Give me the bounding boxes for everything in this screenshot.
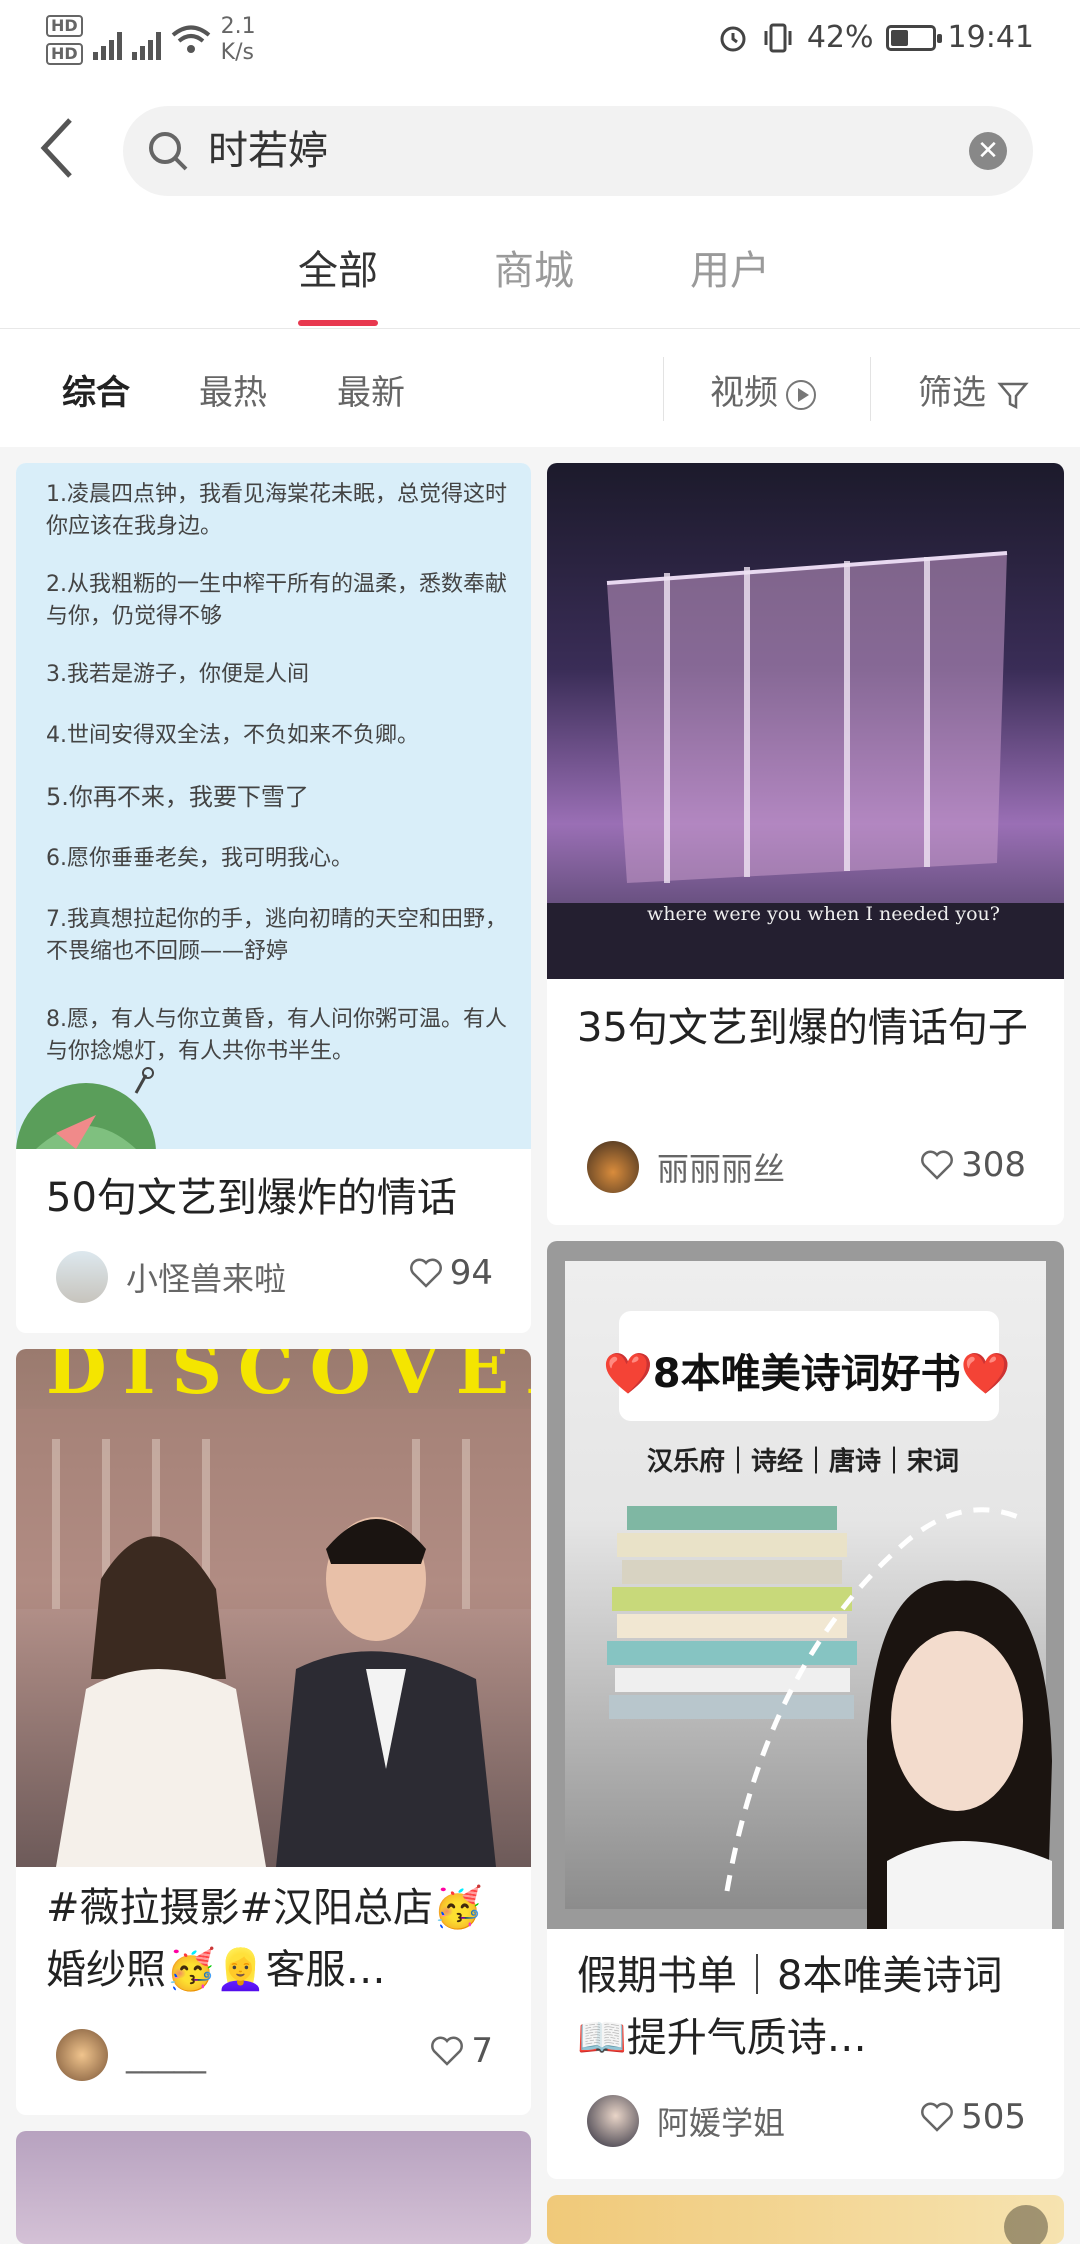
network-speed-value: 2.1 bbox=[220, 14, 256, 39]
quote-line: 7.我真想拉起你的手，逃向初晴的天空和田野，不畏缩也不回顾——舒婷 bbox=[46, 907, 507, 964]
like-button[interactable]: 308 bbox=[919, 1145, 1026, 1185]
search-query: 时若婷 bbox=[208, 128, 328, 174]
tab-all[interactable]: 全部 bbox=[298, 238, 378, 326]
author-name: 小怪兽来啦 bbox=[126, 1260, 287, 1298]
cover-caption: where were you when I needed you? bbox=[647, 903, 1000, 925]
quote-line: 2.从我粗粝的一生中榨干所有的温柔，悉数奉献与你，仍觉得不够 bbox=[46, 572, 507, 629]
note-card[interactable]: DISCOVER #薇拉摄影#汉阳总店🥳婚纱照🥳👱‍♀️客服… _____ 7 bbox=[16, 1349, 531, 2115]
clock: 19:41 bbox=[947, 20, 1034, 55]
result-tabs: 全部 商城 用户 bbox=[0, 214, 1080, 329]
note-title: 35句文艺到爆的情话句子 bbox=[577, 1005, 1028, 1051]
tab-users[interactable]: 用户 bbox=[690, 238, 770, 296]
avatar bbox=[56, 2029, 108, 2081]
hd-icon: HD HD bbox=[46, 15, 83, 65]
play-icon bbox=[786, 379, 816, 410]
vibrate-icon bbox=[764, 23, 792, 52]
quote-line: 6.愿你垂垂老矣，我可明我心。 bbox=[46, 846, 353, 871]
video-filter-label: 视频 bbox=[710, 373, 778, 413]
like-count: 308 bbox=[961, 1145, 1026, 1185]
battery-percent: 42% bbox=[806, 20, 874, 55]
quote-line: 5.你再不来，我要下雪了 bbox=[46, 783, 309, 811]
note-cover: DISCOVER bbox=[16, 1349, 531, 1867]
note-title: 假期书单｜8本唯美诗词📖提升气质诗… bbox=[577, 1953, 1003, 2061]
filter-bar: 综合 最热 最新 视频 筛选 bbox=[0, 329, 1080, 447]
battery-icon bbox=[885, 24, 942, 51]
wifi-icon bbox=[171, 25, 210, 53]
quote-line: 1.凌晨四点钟，我看见海棠花未眠，总觉得这时你应该在我身边。 bbox=[46, 482, 507, 539]
avatar bbox=[587, 2095, 639, 2147]
filter-button[interactable]: 筛选 bbox=[918, 365, 1029, 414]
sort-newest[interactable]: 最新 bbox=[337, 365, 405, 414]
avatar bbox=[587, 1141, 639, 1193]
tab-mall[interactable]: 商城 bbox=[494, 238, 574, 296]
like-button[interactable]: 7 bbox=[429, 2031, 493, 2071]
note-card[interactable]: 1.凌晨四点钟，我看见海棠花未眠，总觉得这时你应该在我身边。 2.从我粗粝的一生… bbox=[16, 463, 531, 1333]
like-count: 505 bbox=[961, 2097, 1026, 2137]
active-tab-indicator bbox=[298, 320, 378, 326]
video-filter-button[interactable]: 视频 bbox=[710, 365, 816, 414]
avatar bbox=[56, 1251, 108, 1303]
tab-mall-label: 商城 bbox=[494, 248, 574, 294]
note-card[interactable] bbox=[547, 2195, 1064, 2244]
note-card[interactable]: ❤️8本唯美诗词好书❤️ 汉乐府｜诗经｜唐诗｜宋词 假期书单｜8本唯美诗词📖提升… bbox=[547, 1241, 1064, 2179]
note-author[interactable]: 阿媛学姐 bbox=[587, 2095, 785, 2147]
network-speed: 2.1 K/s bbox=[221, 14, 256, 66]
window-illustration bbox=[547, 551, 1064, 979]
note-author[interactable]: _____ bbox=[56, 2029, 206, 2081]
search-input[interactable]: 时若婷 ✕ bbox=[123, 106, 1033, 196]
quote-line: 8.愿，有人与你立黄昏，有人问你粥可温。有人与你捻熄灯，有人共你书半生。 bbox=[46, 1007, 507, 1064]
back-button[interactable] bbox=[36, 116, 86, 180]
back-arrow-icon bbox=[40, 118, 72, 178]
status-bar: HD HD 2.1 K/s 42% 19:41 bbox=[0, 0, 1080, 86]
author-name: 丽丽丽丝 bbox=[657, 1150, 786, 1188]
divider bbox=[663, 357, 664, 421]
like-button[interactable]: 94 bbox=[408, 1253, 493, 1293]
funnel-icon bbox=[997, 382, 1029, 409]
note-title: 50句文艺到爆炸的情话 bbox=[46, 1175, 457, 1221]
signal-icon bbox=[92, 20, 122, 60]
books-stack-illustration bbox=[607, 1506, 1052, 1929]
like-count: 94 bbox=[449, 1253, 493, 1293]
filter-label: 筛选 bbox=[918, 373, 986, 413]
note-cover: ❤️8本唯美诗词好书❤️ 汉乐府｜诗经｜唐诗｜宋词 bbox=[547, 1241, 1064, 1929]
search-bar: 时若婷 ✕ bbox=[0, 86, 1080, 214]
close-icon: ✕ bbox=[977, 136, 999, 166]
alarm-icon bbox=[720, 26, 746, 51]
author-name: _____ bbox=[126, 2036, 206, 2074]
note-card[interactable]: where were you when I needed you? 35句文艺到… bbox=[547, 463, 1064, 1225]
watermelon-illustration bbox=[16, 1067, 156, 1149]
heart-icon bbox=[409, 1258, 442, 1288]
sort-hottest[interactable]: 最热 bbox=[199, 365, 267, 414]
signal-icon-2 bbox=[131, 20, 161, 60]
sort-comprehensive[interactable]: 综合 bbox=[62, 365, 130, 414]
video-play-icon bbox=[1004, 2205, 1048, 2244]
couple-photo bbox=[16, 1409, 531, 1867]
note-card[interactable] bbox=[16, 2131, 531, 2244]
heart-icon bbox=[921, 1150, 954, 1180]
search-icon bbox=[149, 132, 188, 171]
clear-search-button[interactable]: ✕ bbox=[969, 132, 1007, 170]
like-count: 7 bbox=[471, 2031, 493, 2071]
note-author[interactable]: 丽丽丽丝 bbox=[587, 1141, 785, 1193]
tab-users-label: 用户 bbox=[690, 248, 770, 294]
network-speed-unit: K/s bbox=[220, 40, 254, 65]
heart-icon bbox=[431, 2036, 464, 2066]
note-cover: 1.凌晨四点钟，我看见海棠花未眠，总觉得这时你应该在我身边。 2.从我粗粝的一生… bbox=[16, 463, 531, 1149]
quote-line: 4.世间安得双全法，不负如来不负卿。 bbox=[46, 723, 419, 748]
quote-line: 3.我若是游子，你便是人间 bbox=[46, 662, 309, 687]
tab-all-label: 全部 bbox=[298, 248, 378, 294]
like-button[interactable]: 505 bbox=[919, 2097, 1026, 2137]
heart-icon bbox=[921, 2102, 954, 2132]
divider bbox=[870, 357, 871, 421]
note-cover: where were you when I needed you? bbox=[547, 463, 1064, 979]
note-author[interactable]: 小怪兽来啦 bbox=[56, 1251, 286, 1303]
author-name: 阿媛学姐 bbox=[657, 2104, 786, 2142]
note-title: #薇拉摄影#汉阳总店🥳婚纱照🥳👱‍♀️客服… bbox=[46, 1885, 483, 1993]
